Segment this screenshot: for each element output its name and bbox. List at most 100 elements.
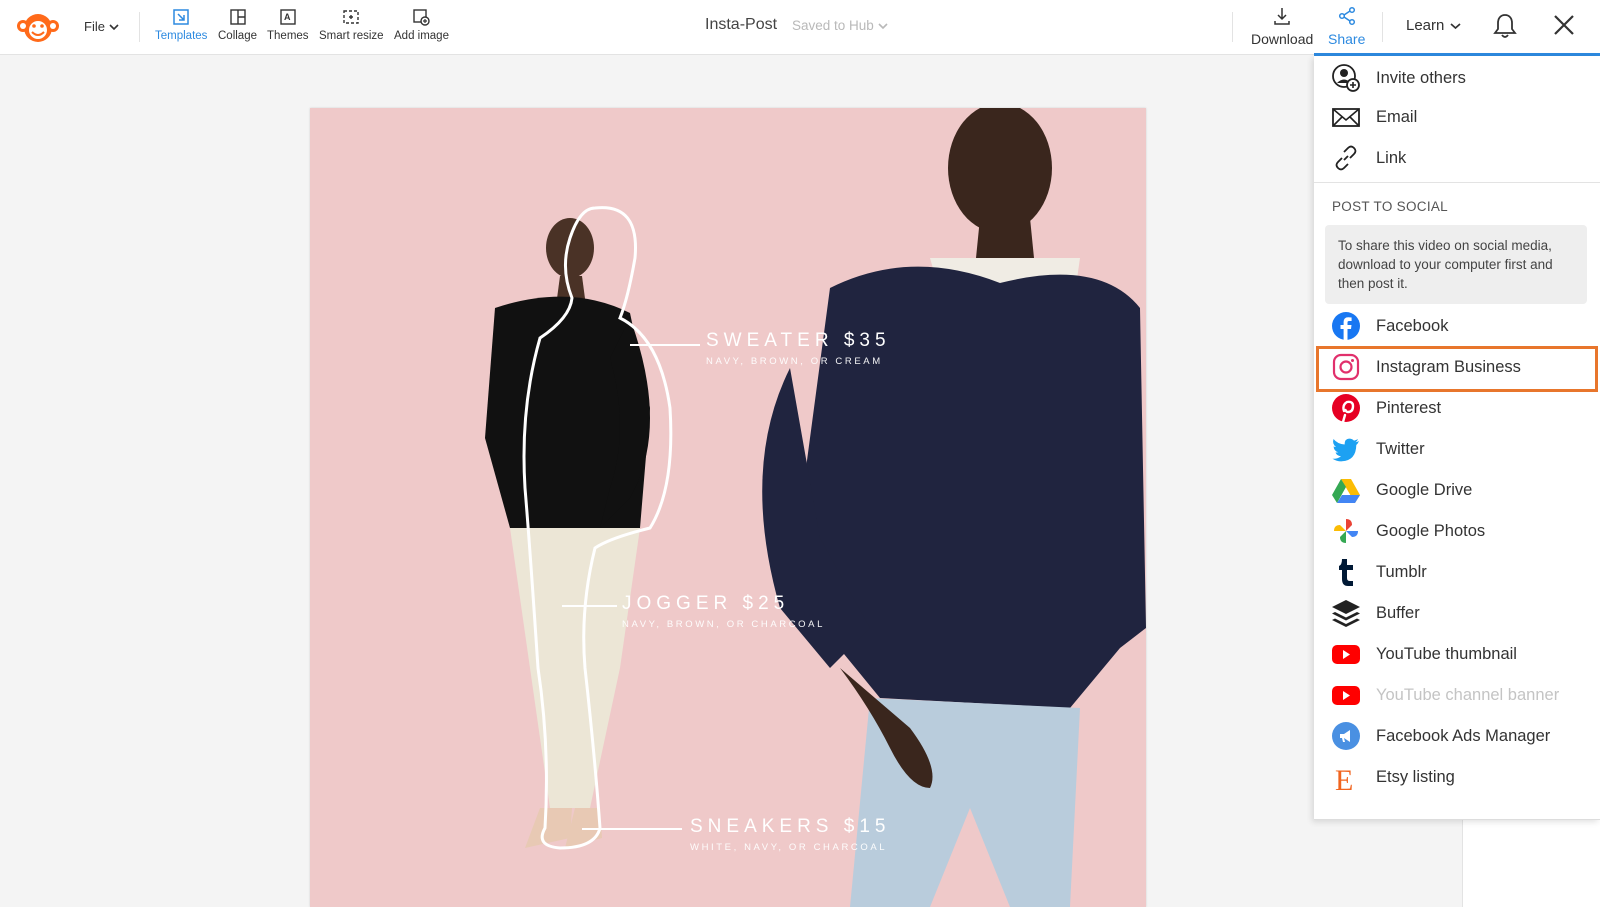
add-image-label: Add image [394,30,449,42]
menu-item-label: Etsy listing [1376,767,1455,786]
menu-item-label: Facebook Ads Manager [1376,726,1551,745]
themes-label: Themes [267,30,309,42]
menu-item-label: Buffer [1376,603,1420,622]
toolbar-divider [1232,12,1233,42]
twitter-icon [1330,433,1362,465]
svg-text:E: E [1335,764,1353,792]
templates-icon [173,9,189,25]
menu-item-label: Instagram Business [1376,357,1521,376]
menu-item-label: Google Photos [1376,521,1486,540]
chevron-down-icon [878,22,888,29]
link-icon [1330,142,1362,174]
fashion-photo [485,108,1146,907]
email-icon [1330,101,1362,133]
caption-jogger[interactable]: JOGGER $25 NAVY, BROWN, OR CHARCOAL [622,593,825,630]
google-photos-icon [1330,515,1362,547]
add-image-button[interactable]: Add image [394,8,449,42]
themes-button[interactable]: A Themes [267,8,309,42]
menu-item-label: Pinterest [1376,398,1442,417]
google-drive-icon [1330,474,1362,506]
add-image-icon [413,9,431,26]
templates-button[interactable]: Templates [155,8,207,42]
tumblr-icon [1330,556,1362,588]
document-title[interactable]: Insta-Post [705,16,777,34]
buffer-icon [1330,597,1362,629]
caption-subtitle: NAVY, BROWN, OR CREAM [706,356,883,367]
close-icon[interactable] [1552,13,1576,37]
save-status-label: Saved to Hub [792,18,874,33]
menu-item-label: Tumblr [1376,562,1427,581]
buffer-item[interactable]: Buffer [1314,593,1600,633]
templates-label: Templates [155,30,208,42]
download-label: Download [1251,31,1314,47]
share-label: Share [1328,31,1366,47]
caption-connector-line [562,605,617,607]
share-dropdown: Invite others Email Link POST TO SOCIAL … [1314,56,1600,820]
menu-item-label: YouTube thumbnail [1376,644,1517,663]
menu-divider [1314,182,1600,183]
instagram-icon [1330,351,1362,383]
toolbar-divider [139,12,140,42]
tumblr-item[interactable]: Tumblr [1314,552,1600,592]
menu-item-label: Link [1376,148,1407,167]
post-to-social-heading: POST TO SOCIAL [1332,199,1448,214]
youtube-thumbnail-item[interactable]: YouTube thumbnail [1314,634,1600,674]
pinterest-item[interactable]: Pinterest [1314,388,1600,428]
facebook-ads-manager-item[interactable]: Facebook Ads Manager [1314,716,1600,756]
collage-icon [229,9,246,25]
google-photos-item[interactable]: Google Photos [1314,511,1600,551]
caption-title: JOGGER $25 [622,593,790,614]
learn-menu[interactable]: Learn [1406,17,1461,34]
smart-resize-button[interactable]: Smart resize [319,8,384,42]
save-status-dropdown[interactable]: Saved to Hub [792,18,888,33]
menu-item-label: YouTube channel banner [1376,685,1560,704]
themes-icon: A [280,9,296,25]
etsy-icon: E [1330,761,1362,793]
menu-item-label: Invite others [1376,68,1466,87]
svg-text:A: A [284,12,291,22]
smart-resize-icon [343,10,359,24]
share-icon [1338,6,1355,26]
collage-label: Collage [218,30,257,42]
download-icon [1274,8,1290,25]
design-canvas[interactable]: SWEATER $35 NAVY, BROWN, OR CREAM JOGGER… [310,108,1146,907]
bell-icon[interactable] [1492,12,1518,40]
invite-user-icon [1330,62,1362,94]
twitter-item[interactable]: Twitter [1314,429,1600,469]
etsy-listing-item[interactable]: E Etsy listing [1314,757,1600,797]
share-button[interactable]: Share [1328,6,1365,47]
facebook-icon [1330,310,1362,342]
youtube-channel-banner-item[interactable]: YouTube channel banner [1314,675,1600,715]
picmonkey-logo[interactable] [14,9,62,45]
menu-item-label: Google Drive [1376,480,1473,499]
toolbar-divider [1382,12,1383,42]
file-menu-label: File [84,19,105,34]
caption-connector-line [630,344,700,346]
menu-item-label: Twitter [1376,439,1425,458]
instagram-business-item[interactable]: Instagram Business [1314,347,1600,387]
menu-item-label: Email [1376,107,1418,126]
file-menu[interactable]: File [84,19,119,34]
download-button[interactable]: Download [1251,6,1313,47]
caption-title: SNEAKERS $15 [690,816,891,837]
smart-resize-label: Smart resize [319,30,384,42]
chevron-down-icon [109,23,119,30]
caption-subtitle: NAVY, BROWN, OR CHARCOAL [622,619,825,630]
invite-others-item[interactable]: Invite others [1314,58,1600,98]
facebook-item[interactable]: Facebook [1314,306,1600,346]
link-item[interactable]: Link [1314,138,1600,178]
caption-title: SWEATER $35 [706,330,891,351]
facebook-ads-icon [1330,720,1362,752]
youtube-icon [1330,679,1362,711]
pinterest-icon [1330,392,1362,424]
caption-connector-line [582,828,682,830]
caption-sneakers[interactable]: SNEAKERS $15 WHITE, NAVY, OR CHARCOAL [690,816,890,853]
top-toolbar: File Templates Collage A Themes Smart re… [0,0,1600,56]
collage-button[interactable]: Collage [218,8,257,42]
caption-sweater[interactable]: SWEATER $35 NAVY, BROWN, OR CREAM [706,330,891,367]
social-share-note: To share this video on social media, dow… [1325,225,1587,304]
google-drive-item[interactable]: Google Drive [1314,470,1600,510]
email-item[interactable]: Email [1314,97,1600,137]
caption-subtitle: WHITE, NAVY, OR CHARCOAL [690,842,888,853]
youtube-icon [1330,638,1362,670]
